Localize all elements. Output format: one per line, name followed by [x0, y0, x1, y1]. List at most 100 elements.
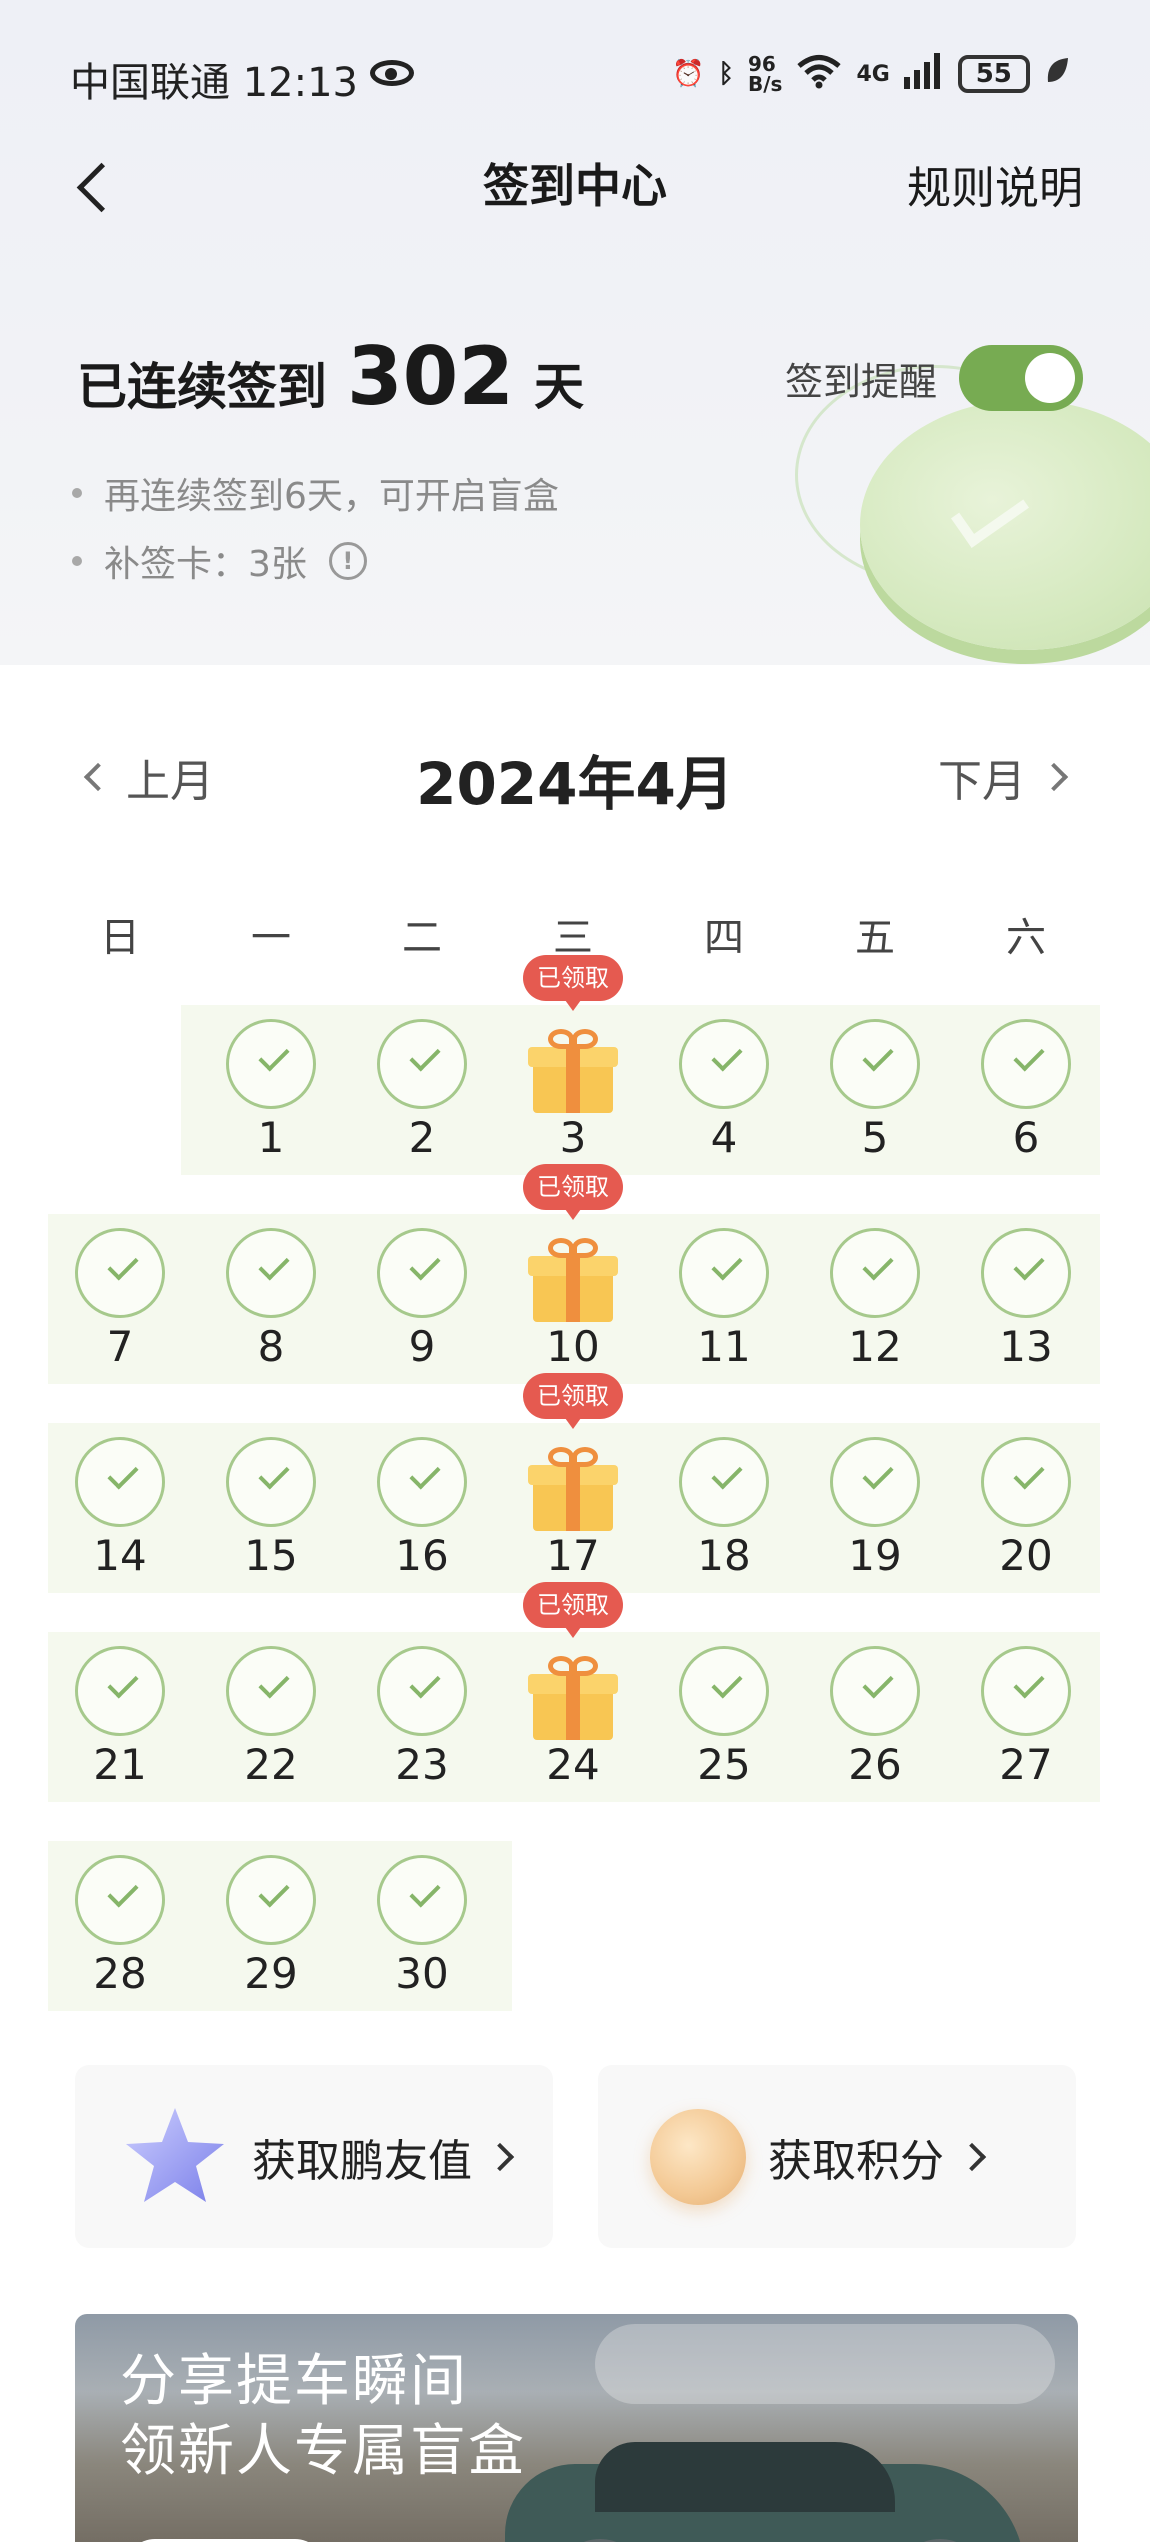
calendar-day[interactable]: 14 [60, 1423, 180, 1593]
calendar-day[interactable]: 18 [664, 1423, 784, 1593]
calendar-day[interactable]: 22 [211, 1632, 331, 1802]
weekday-label: 日 [100, 915, 140, 961]
calendar-day[interactable]: 13 [966, 1214, 1086, 1384]
day-number: 27 [999, 1740, 1053, 1789]
day-number: 7 [106, 1322, 134, 1371]
checkmark-icon [377, 1437, 467, 1527]
streak-prefix: 已连续签到 [77, 358, 327, 416]
checkmark-icon [226, 1019, 316, 1109]
get-points-card[interactable]: 获取积分 [598, 2065, 1076, 2248]
checkmark-icon [377, 1019, 467, 1109]
weekday-label: 四 [704, 915, 744, 961]
calendar-day[interactable]: 23 [362, 1632, 482, 1802]
chevron-right-icon [1039, 762, 1069, 792]
day-number: 24 [546, 1740, 600, 1789]
calendar-day[interactable]: 1 [211, 1005, 331, 1175]
signal-icon [903, 52, 944, 96]
day-number: 28 [93, 1949, 147, 1998]
day-number: 18 [697, 1531, 751, 1580]
reminder-toggle[interactable] [959, 345, 1084, 411]
checkmark-icon [679, 1019, 769, 1109]
info-icon[interactable]: ! [328, 542, 367, 580]
calendar-day[interactable]: 已领取 10 [513, 1164, 633, 1384]
calendar-day[interactable]: 已领取 3 [513, 955, 633, 1175]
network-type: 4G [856, 61, 890, 87]
bullet-dot [72, 556, 82, 566]
day-number: 26 [848, 1740, 902, 1789]
banner-title-line1: 分享提车瞬间 [120, 2349, 468, 2414]
calendar-day[interactable]: 19 [815, 1423, 935, 1593]
gift-bow-l [548, 1447, 574, 1467]
gift-ribbon [566, 1674, 580, 1740]
calendar-day[interactable]: 8 [211, 1214, 331, 1384]
gift-bow-l [548, 1238, 574, 1258]
streak-count: 302 [347, 330, 514, 423]
gift-ribbon [566, 1047, 580, 1113]
calendar-day[interactable]: 20 [966, 1423, 1086, 1593]
leaf-icon [1044, 56, 1070, 93]
calendar-day[interactable]: 已领取 17 [513, 1373, 633, 1593]
checkmark-icon [377, 1646, 467, 1736]
next-month-button[interactable]: 下月 [938, 745, 1069, 809]
checkmark-icon [377, 1855, 467, 1945]
get-friend-value-card[interactable]: 获取鹏友值 [75, 2065, 553, 2248]
day-number: 9 [408, 1322, 436, 1371]
calendar-day[interactable]: 15 [211, 1423, 331, 1593]
coin-icon [650, 2108, 746, 2205]
prev-month-button[interactable]: 上月 [83, 745, 214, 809]
calendar-day[interactable]: 29 [211, 1841, 331, 2011]
calendar-day[interactable]: 5 [815, 1005, 935, 1175]
rules-link[interactable]: 规则说明 [907, 152, 1083, 216]
toggle-knob [1025, 353, 1076, 403]
status-icons: ⏰ ᛒ 96 B/s 4G 55 [672, 52, 1070, 96]
weekday-label: 二 [402, 915, 442, 961]
alarm-icon: ⏰ [672, 59, 705, 89]
bullet-dot [72, 488, 82, 498]
blind-box-hint: 再连续签到6天，可开启盲盒 [72, 468, 559, 518]
checkmark-icon [75, 1437, 165, 1527]
checkin-reminder: 签到提醒 [785, 345, 1084, 411]
back-button[interactable] [72, 156, 118, 216]
promo-banner[interactable]: 分享提车瞬间 领新人专属盲盒 [75, 2314, 1078, 2542]
calendar-day[interactable]: 26 [815, 1632, 935, 1802]
calendar-day[interactable]: 2 [362, 1005, 482, 1175]
calendar-day[interactable]: 已领取 24 [513, 1582, 633, 1802]
calendar-day[interactable]: 28 [60, 1841, 180, 2011]
calendar-day[interactable]: 27 [966, 1632, 1086, 1802]
checkmark-icon [75, 1855, 165, 1945]
day-number: 25 [697, 1740, 751, 1789]
calendar-day[interactable]: 30 [362, 1841, 482, 2011]
checkmark-icon [830, 1228, 920, 1318]
calendar-day[interactable]: 16 [362, 1423, 482, 1593]
battery-icon: 55 [957, 55, 1030, 93]
streak-suffix: 天 [534, 358, 584, 416]
claimed-badge: 已领取 [523, 1164, 623, 1220]
weekday-label: 一 [251, 915, 291, 961]
calendar-day[interactable]: 11 [664, 1214, 784, 1384]
chevron-left-icon [83, 762, 113, 792]
get-friend-value-label: 获取鹏友值 [252, 2135, 472, 2187]
status-carrier-time: 中国联通 12:13 [70, 60, 358, 106]
get-points-label: 获取积分 [768, 2135, 944, 2187]
calendar-day[interactable]: 7 [60, 1214, 180, 1384]
claimed-badge: 已领取 [523, 1373, 623, 1429]
day-number: 8 [257, 1322, 285, 1371]
net-speed: 96 B/s [747, 52, 783, 96]
calendar-day[interactable]: 21 [60, 1632, 180, 1802]
gift-bow-l [548, 1029, 574, 1049]
calendar-day[interactable]: 6 [966, 1005, 1086, 1175]
calendar-day[interactable]: 9 [362, 1214, 482, 1384]
calendar-day[interactable]: 12 [815, 1214, 935, 1384]
day-number: 14 [93, 1531, 147, 1580]
checkmark-icon [679, 1646, 769, 1736]
makeup-card-count: 补签卡：3张 ! [72, 536, 559, 586]
checkmark-icon [981, 1646, 1071, 1736]
gift-bow-r [572, 1656, 598, 1676]
day-number: 23 [395, 1740, 449, 1789]
calendar-day[interactable]: 25 [664, 1632, 784, 1802]
bluetooth-icon: ᛒ [718, 59, 734, 89]
calendar-day[interactable]: 4 [664, 1005, 784, 1175]
gift-icon [528, 1654, 618, 1740]
checkmark-icon [75, 1228, 165, 1318]
gift-bow-l [548, 1656, 574, 1676]
